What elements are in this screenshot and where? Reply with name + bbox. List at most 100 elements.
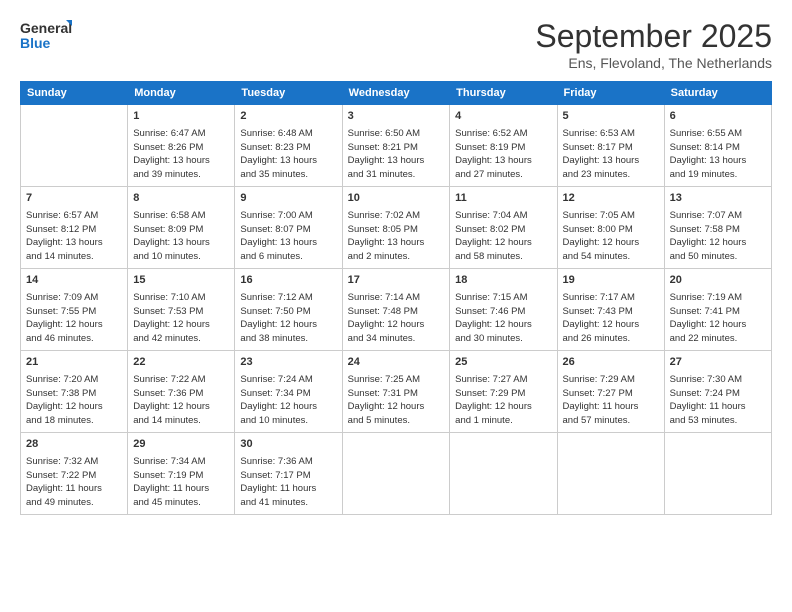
cell-info-text: Sunrise: 7:12 AM Sunset: 7:50 PM Dayligh… <box>240 291 336 346</box>
header: General Blue September 2025 Ens, Flevola… <box>20 18 772 71</box>
cell-date-number: 27 <box>670 355 766 371</box>
logo: General Blue <box>20 18 72 54</box>
cell-date-number: 3 <box>348 109 445 125</box>
cell-date-number: 26 <box>563 355 659 371</box>
calendar-cell: 16 Sunrise: 7:12 AM Sunset: 7:50 PM Dayli… <box>235 269 342 351</box>
calendar-cell <box>342 433 450 515</box>
cell-date-number: 24 <box>348 355 445 371</box>
cell-info-text: Sunrise: 7:27 AM Sunset: 7:29 PM Dayligh… <box>455 373 551 428</box>
page: General Blue September 2025 Ens, Flevola… <box>0 0 792 612</box>
day-header: Saturday <box>664 82 771 105</box>
cell-info-text: Sunrise: 6:53 AM Sunset: 8:17 PM Dayligh… <box>563 127 659 182</box>
calendar-week-row: 1 Sunrise: 6:47 AM Sunset: 8:26 PM Daylig… <box>21 105 772 187</box>
calendar-cell <box>21 105 128 187</box>
calendar-cell <box>450 433 557 515</box>
cell-info-text: Sunrise: 6:57 AM Sunset: 8:12 PM Dayligh… <box>26 209 122 264</box>
calendar-cell: 7 Sunrise: 6:57 AM Sunset: 8:12 PM Daylig… <box>21 187 128 269</box>
cell-date-number: 7 <box>26 191 122 207</box>
cell-info-text: Sunrise: 7:15 AM Sunset: 7:46 PM Dayligh… <box>455 291 551 346</box>
cell-date-number: 16 <box>240 273 336 289</box>
calendar-cell: 22Sunrise: 7:22 AM Sunset: 7:36 PM Dayli… <box>128 351 235 433</box>
calendar-cell: 8Sunrise: 6:58 AM Sunset: 8:09 PM Daylig… <box>128 187 235 269</box>
calendar-cell <box>557 433 664 515</box>
cell-info-text: Sunrise: 7:29 AM Sunset: 7:27 PM Dayligh… <box>563 373 659 428</box>
calendar-cell <box>664 433 771 515</box>
calendar-cell: 13Sunrise: 7:07 AM Sunset: 7:58 PM Dayli… <box>664 187 771 269</box>
month-title: September 2025 <box>535 18 772 55</box>
cell-info-text: Sunrise: 7:25 AM Sunset: 7:31 PM Dayligh… <box>348 373 445 428</box>
cell-date-number: 20 <box>670 273 766 289</box>
cell-info-text: Sunrise: 6:50 AM Sunset: 8:21 PM Dayligh… <box>348 127 445 182</box>
cell-info-text: Sunrise: 7:22 AM Sunset: 7:36 PM Dayligh… <box>133 373 229 428</box>
cell-date-number: 11 <box>455 191 551 207</box>
cell-date-number: 23 <box>240 355 336 371</box>
cell-date-number: 17 <box>348 273 445 289</box>
calendar-cell: 6 Sunrise: 6:55 AM Sunset: 8:14 PM Daylig… <box>664 105 771 187</box>
calendar-cell: 12 Sunrise: 7:05 AM Sunset: 8:00 PM Dayli… <box>557 187 664 269</box>
calendar-cell: 14Sunrise: 7:09 AM Sunset: 7:55 PM Dayli… <box>21 269 128 351</box>
calendar-cell: 2 Sunrise: 6:48 AM Sunset: 8:23 PM Daylig… <box>235 105 342 187</box>
day-header: Friday <box>557 82 664 105</box>
cell-date-number: 2 <box>240 109 336 125</box>
cell-date-number: 12 <box>563 191 659 207</box>
cell-date-number: 29 <box>133 437 229 453</box>
cell-info-text: Sunrise: 7:10 AM Sunset: 7:53 PM Dayligh… <box>133 291 229 346</box>
calendar-cell: 27 Sunrise: 7:30 AM Sunset: 7:24 PM Dayli… <box>664 351 771 433</box>
cell-info-text: Sunrise: 7:00 AM Sunset: 8:07 PM Dayligh… <box>240 209 336 264</box>
cell-date-number: 30 <box>240 437 336 453</box>
calendar-cell: 1 Sunrise: 6:47 AM Sunset: 8:26 PM Daylig… <box>128 105 235 187</box>
cell-info-text: Sunrise: 7:30 AM Sunset: 7:24 PM Dayligh… <box>670 373 766 428</box>
day-header: Sunday <box>21 82 128 105</box>
cell-date-number: 10 <box>348 191 445 207</box>
cell-info-text: Sunrise: 6:52 AM Sunset: 8:19 PM Dayligh… <box>455 127 551 182</box>
calendar-cell: 5Sunrise: 6:53 AM Sunset: 8:17 PM Daylig… <box>557 105 664 187</box>
calendar-week-row: 14Sunrise: 7:09 AM Sunset: 7:55 PM Dayli… <box>21 269 772 351</box>
svg-text:General: General <box>20 20 72 36</box>
svg-text:Blue: Blue <box>20 35 51 51</box>
calendar-week-row: 28 Sunrise: 7:32 AM Sunset: 7:22 PM Dayli… <box>21 433 772 515</box>
cell-date-number: 25 <box>455 355 551 371</box>
cell-info-text: Sunrise: 7:14 AM Sunset: 7:48 PM Dayligh… <box>348 291 445 346</box>
calendar-cell: 4Sunrise: 6:52 AM Sunset: 8:19 PM Daylig… <box>450 105 557 187</box>
cell-date-number: 21 <box>26 355 122 371</box>
cell-date-number: 6 <box>670 109 766 125</box>
cell-info-text: Sunrise: 7:20 AM Sunset: 7:38 PM Dayligh… <box>26 373 122 428</box>
cell-date-number: 1 <box>133 109 229 125</box>
cell-info-text: Sunrise: 7:36 AM Sunset: 7:17 PM Dayligh… <box>240 455 336 510</box>
calendar-header-row: SundayMondayTuesdayWednesdayThursdayFrid… <box>21 82 772 105</box>
day-header: Tuesday <box>235 82 342 105</box>
cell-info-text: Sunrise: 7:24 AM Sunset: 7:34 PM Dayligh… <box>240 373 336 428</box>
cell-info-text: Sunrise: 7:17 AM Sunset: 7:43 PM Dayligh… <box>563 291 659 346</box>
calendar-cell: 20 Sunrise: 7:19 AM Sunset: 7:41 PM Dayli… <box>664 269 771 351</box>
cell-info-text: Sunrise: 7:05 AM Sunset: 8:00 PM Dayligh… <box>563 209 659 264</box>
day-header: Thursday <box>450 82 557 105</box>
calendar-cell: 26 Sunrise: 7:29 AM Sunset: 7:27 PM Dayli… <box>557 351 664 433</box>
cell-info-text: Sunrise: 7:09 AM Sunset: 7:55 PM Dayligh… <box>26 291 122 346</box>
cell-date-number: 18 <box>455 273 551 289</box>
logo-svg: General Blue <box>20 18 72 54</box>
cell-info-text: Sunrise: 6:47 AM Sunset: 8:26 PM Dayligh… <box>133 127 229 182</box>
day-header: Monday <box>128 82 235 105</box>
day-header: Wednesday <box>342 82 450 105</box>
calendar-cell: 9 Sunrise: 7:00 AM Sunset: 8:07 PM Daylig… <box>235 187 342 269</box>
cell-info-text: Sunrise: 7:07 AM Sunset: 7:58 PM Dayligh… <box>670 209 766 264</box>
cell-date-number: 15 <box>133 273 229 289</box>
cell-info-text: Sunrise: 6:55 AM Sunset: 8:14 PM Dayligh… <box>670 127 766 182</box>
calendar-cell: 18 Sunrise: 7:15 AM Sunset: 7:46 PM Dayli… <box>450 269 557 351</box>
cell-date-number: 19 <box>563 273 659 289</box>
cell-date-number: 28 <box>26 437 122 453</box>
calendar-cell: 25 Sunrise: 7:27 AM Sunset: 7:29 PM Dayli… <box>450 351 557 433</box>
cell-info-text: Sunrise: 7:02 AM Sunset: 8:05 PM Dayligh… <box>348 209 445 264</box>
calendar-cell: 3 Sunrise: 6:50 AM Sunset: 8:21 PM Daylig… <box>342 105 450 187</box>
cell-info-text: Sunrise: 7:04 AM Sunset: 8:02 PM Dayligh… <box>455 209 551 264</box>
cell-date-number: 9 <box>240 191 336 207</box>
cell-date-number: 8 <box>133 191 229 207</box>
title-block: September 2025 Ens, Flevoland, The Nethe… <box>535 18 772 71</box>
subtitle: Ens, Flevoland, The Netherlands <box>535 55 772 71</box>
calendar-week-row: 7 Sunrise: 6:57 AM Sunset: 8:12 PM Daylig… <box>21 187 772 269</box>
cell-info-text: Sunrise: 6:48 AM Sunset: 8:23 PM Dayligh… <box>240 127 336 182</box>
calendar-cell: 21 Sunrise: 7:20 AM Sunset: 7:38 PM Dayli… <box>21 351 128 433</box>
cell-info-text: Sunrise: 7:34 AM Sunset: 7:19 PM Dayligh… <box>133 455 229 510</box>
cell-info-text: Sunrise: 7:19 AM Sunset: 7:41 PM Dayligh… <box>670 291 766 346</box>
cell-info-text: Sunrise: 7:32 AM Sunset: 7:22 PM Dayligh… <box>26 455 122 510</box>
